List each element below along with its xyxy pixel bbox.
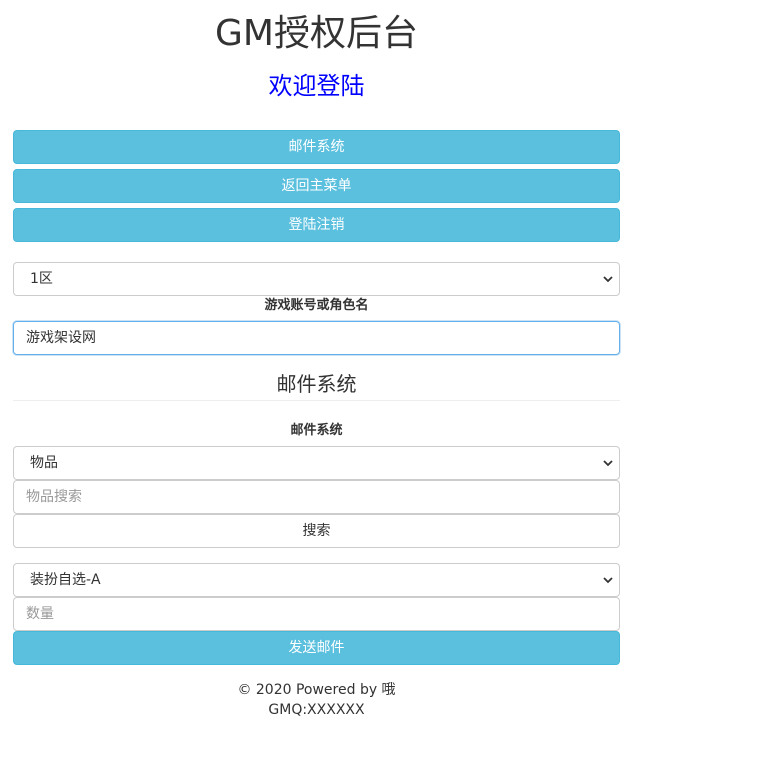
mail-system-button[interactable]: 邮件系统 (13, 130, 620, 164)
send-mail-button[interactable]: 发送邮件 (13, 631, 620, 665)
item-search-input[interactable]: 物品搜索 (13, 480, 620, 514)
section-divider (13, 400, 620, 401)
mail-section-title: 邮件系统 (276, 372, 357, 396)
footer-copyright: © 2020 Powered by 哦 (237, 682, 396, 698)
logout-button[interactable]: 登陆注销 (13, 208, 620, 242)
item-select[interactable]: 装扮自选-A (13, 563, 620, 597)
account-label: 游戏账号或角色名 (264, 298, 369, 313)
quantity-input[interactable]: 数量 (13, 597, 620, 631)
item-select-value: 装扮自选-A (30, 572, 101, 588)
footer-contact: GMQ:XXXXXX (268, 702, 365, 718)
server-select[interactable]: 1区 (13, 262, 620, 296)
category-select[interactable]: 物品 (13, 446, 620, 480)
page-title: GM授权后台 (215, 13, 418, 54)
account-input[interactable]: 游戏架设网 (13, 321, 620, 355)
back-main-menu-button[interactable]: 返回主菜单 (13, 169, 620, 203)
chevron-down-icon (603, 577, 613, 584)
chevron-down-icon (603, 460, 613, 467)
server-select-value: 1区 (30, 271, 53, 287)
chevron-down-icon (603, 276, 613, 283)
search-button[interactable]: 搜索 (13, 514, 620, 548)
category-select-value: 物品 (30, 455, 58, 471)
mail-label: 邮件系统 (290, 423, 343, 438)
welcome-subtitle: 欢迎登陆 (268, 72, 365, 100)
